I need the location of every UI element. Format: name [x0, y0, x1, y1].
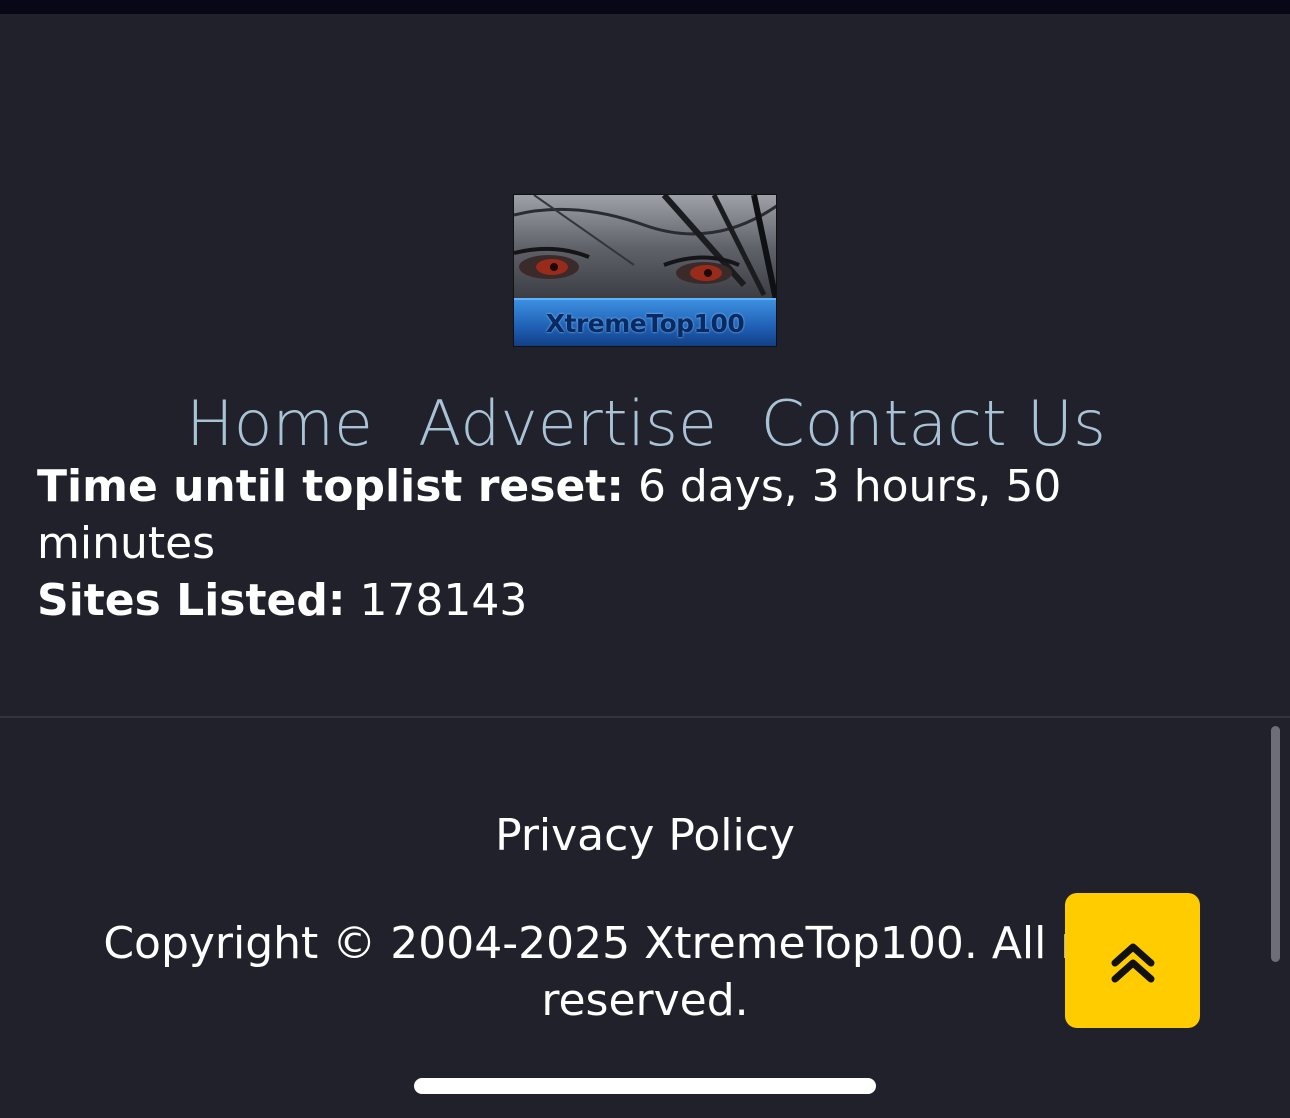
page: XtremeTop100 Home Advertise Contact Us T… [0, 0, 1290, 1118]
nav-home-link[interactable]: Home [186, 387, 373, 460]
top-bar [0, 0, 1290, 14]
privacy-policy-link[interactable]: Privacy Policy [0, 810, 1290, 861]
sites-count: Sites Listed: 178143 [37, 572, 1237, 629]
double-chevron-up-icon [1111, 943, 1154, 982]
nav-advertise-link[interactable]: Advertise [418, 387, 717, 460]
page-scrollbar[interactable] [1271, 726, 1280, 962]
scroll-to-top-button[interactable] [1065, 893, 1200, 1028]
nav-contact-link[interactable]: Contact Us [760, 387, 1105, 460]
reset-label: Time until toplist reset: [37, 461, 624, 512]
main-nav: Home Advertise Contact Us [0, 387, 1290, 460]
reset-timer: Time until toplist reset: 6 days, 3 hour… [37, 458, 1237, 572]
footer-divider [0, 716, 1290, 718]
site-logo[interactable]: XtremeTop100 [513, 194, 777, 347]
logo-text: XtremeTop100 [514, 298, 776, 346]
sites-label: Sites Listed: [37, 575, 346, 626]
home-indicator[interactable] [414, 1078, 876, 1094]
toplist-stats: Time until toplist reset: 6 days, 3 hour… [37, 458, 1237, 629]
logo-artwork [514, 195, 776, 300]
sites-value: 178143 [359, 575, 528, 626]
